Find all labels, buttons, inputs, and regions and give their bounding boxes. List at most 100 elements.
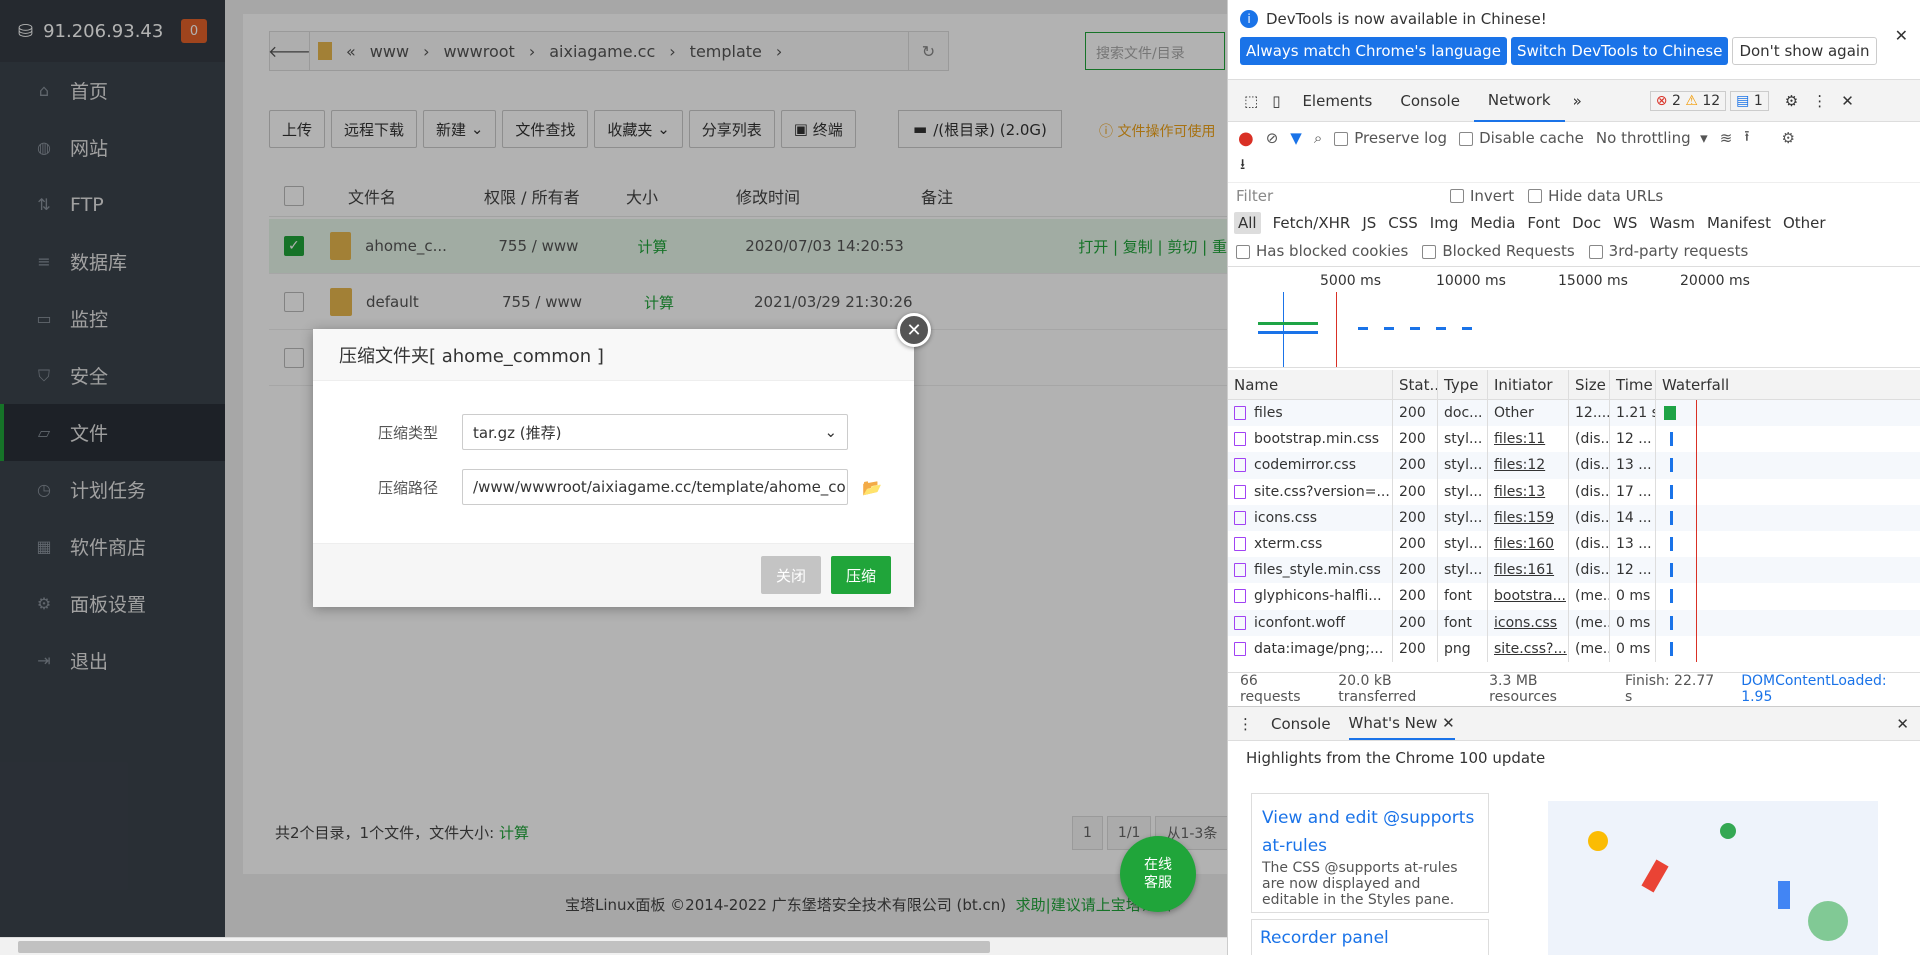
type-filter[interactable]: All [1234, 212, 1261, 234]
request-row[interactable]: codemirror.css 200 styl... files:12 (dis... 1… [1228, 452, 1920, 479]
record-icon[interactable]: ● [1238, 128, 1254, 149]
compress-button[interactable]: 压缩 [831, 556, 891, 594]
request-row[interactable]: iconfont.woff 200 font icons.css (me... 0 ms [1228, 609, 1920, 636]
request-cell: (dis... [1569, 452, 1610, 479]
throttling-select[interactable]: No throttling ▾ [1596, 129, 1708, 147]
type-filter[interactable]: Doc [1572, 214, 1601, 232]
disable-cache-checkbox[interactable]: Disable cache [1459, 129, 1584, 147]
filter-icon[interactable]: ▼ [1290, 129, 1302, 147]
network-col[interactable]: Initiator [1488, 370, 1569, 399]
device-icon[interactable]: ▯ [1264, 92, 1288, 110]
request-row[interactable]: site.css?version=... 200 styl... files:13 (d… [1228, 478, 1920, 505]
close-icon[interactable]: ✕ [1895, 26, 1908, 45]
upload-icon[interactable]: ⭱ [1744, 126, 1749, 151]
type-filter[interactable]: CSS [1388, 214, 1418, 232]
cell-text: files:161 [1494, 562, 1555, 579]
match-language-button[interactable]: Always match Chrome's language [1240, 37, 1507, 65]
invert-checkbox[interactable]: Invert [1450, 187, 1514, 205]
request-row[interactable]: files 200 doc... Other 12.... 1.21 s [1228, 400, 1920, 427]
folder-open-icon[interactable]: 📂 [862, 478, 882, 497]
type-filter[interactable]: Media [1470, 214, 1515, 232]
type-filter[interactable]: WS [1613, 214, 1637, 232]
dont-show-button[interactable]: Don't show again [1732, 37, 1877, 65]
gear-icon[interactable]: ⚙ [1782, 129, 1795, 147]
close-button[interactable]: 关闭 [761, 556, 821, 594]
cell-text: 12 ... [1616, 431, 1652, 448]
kebab-icon[interactable]: ⋮ [1812, 92, 1827, 110]
request-row[interactable]: bootstrap.min.css 200 styl... files:11 (dis.… [1228, 426, 1920, 453]
close-icon[interactable]: ✕ [1841, 92, 1854, 110]
hide-data-checkbox[interactable]: Hide data URLs [1528, 187, 1663, 205]
blocked-cookies-label: Has blocked cookies [1256, 242, 1409, 260]
horizontal-scrollbar[interactable] [0, 937, 1227, 955]
more-tabs-icon[interactable]: » [1565, 92, 1590, 110]
feature-card[interactable]: View and edit @supports at-rules The CSS… [1251, 793, 1489, 913]
gear-icon[interactable]: ⚙ [1785, 92, 1798, 110]
type-filter[interactable]: Font [1527, 214, 1560, 232]
tab-network[interactable]: Network [1473, 80, 1565, 122]
request-row[interactable]: glyphicons-halfli... 200 font bootstra... (m… [1228, 583, 1920, 610]
waterfall-bar [1670, 589, 1673, 604]
wifi-icon[interactable]: ≋ [1720, 129, 1733, 147]
network-col[interactable]: Stat.. [1393, 370, 1438, 399]
network-overview[interactable]: 5000 ms 10000 ms 15000 ms 20000 ms [1228, 266, 1920, 368]
feature-card[interactable]: Recorder panel [1251, 919, 1489, 955]
blocked-requests-checkbox[interactable]: Blocked Requests [1422, 242, 1575, 260]
online-support-button[interactable]: 在线 客服 [1120, 836, 1196, 912]
type-filter[interactable]: Other [1783, 214, 1826, 232]
request-cell: xterm.css [1228, 530, 1393, 558]
filter-input[interactable]: Filter [1236, 187, 1436, 205]
request-cell: site.css?... [1488, 635, 1569, 662]
request-row[interactable]: data:image/png;... 200 png site.css?... (me.… [1228, 635, 1920, 662]
error-count: 2 [1671, 92, 1681, 109]
cell-text: 17 ... [1616, 483, 1652, 500]
network-col[interactable]: Time [1610, 370, 1656, 399]
invert-label: Invert [1470, 186, 1515, 205]
type-filter[interactable]: Img [1430, 214, 1459, 232]
messages-counter[interactable]: ▤ 1 [1730, 90, 1769, 111]
close-icon[interactable]: ✕ [1896, 715, 1909, 733]
type-filter[interactable]: Fetch/XHR [1273, 214, 1351, 232]
load-line [1336, 292, 1337, 367]
waterfall-cell [1656, 530, 1920, 558]
issues-counter[interactable]: ⊗ 2 ⚠ 12 [1649, 90, 1727, 111]
cell-text: (me... [1575, 640, 1609, 657]
third-party-checkbox[interactable]: 3rd-party requests [1588, 242, 1748, 260]
tab-elements[interactable]: Elements [1288, 80, 1386, 122]
clear-icon[interactable]: ⊘ [1266, 129, 1279, 147]
download-icon[interactable]: ⭳ [1228, 154, 1920, 182]
switch-chinese-button[interactable]: Switch DevTools to Chinese [1510, 37, 1729, 65]
compress-type-select[interactable]: tar.gz (推荐) ⌄ [462, 414, 849, 450]
tab-console[interactable]: Console [1386, 80, 1474, 122]
drawer-menu-icon[interactable]: ⋮ [1238, 715, 1253, 733]
network-col[interactable]: Name [1228, 370, 1393, 399]
inspect-icon[interactable]: ⬚ [1238, 92, 1264, 110]
type-filter[interactable]: JS [1362, 214, 1376, 232]
load-line [1696, 452, 1697, 479]
drawer-tab-console[interactable]: Console [1271, 715, 1331, 733]
search-icon[interactable]: ⌕ [1314, 129, 1322, 147]
scroll-thumb[interactable] [18, 941, 990, 953]
network-col[interactable]: Waterfall [1656, 370, 1920, 399]
network-col[interactable]: Size [1569, 370, 1610, 399]
cell-text: files:11 [1494, 431, 1546, 448]
request-cell: 200 [1393, 426, 1438, 453]
request-row[interactable]: files_style.min.css 200 styl... files:161 (d… [1228, 557, 1920, 584]
request-row[interactable]: icons.css 200 styl... files:159 (dis... 14 ..… [1228, 504, 1920, 531]
type-filter[interactable]: Manifest [1707, 214, 1771, 232]
cell-text: (me... [1575, 614, 1609, 631]
preserve-log-checkbox[interactable]: Preserve log [1334, 129, 1447, 147]
close-icon[interactable]: ✕ [897, 313, 931, 347]
file-icon [1234, 432, 1246, 447]
card-title[interactable]: View and edit @supports at-rules [1262, 804, 1478, 860]
card2-title[interactable]: Recorder panel [1260, 928, 1480, 948]
tick-20000: 20000 ms [1680, 273, 1750, 289]
blocked-cookies-checkbox[interactable]: Has blocked cookies [1236, 242, 1408, 260]
request-row[interactable]: xterm.css 200 styl... files:160 (dis... 13 ..… [1228, 530, 1920, 558]
network-col[interactable]: Type [1438, 370, 1488, 399]
drawer-tab-whats-new[interactable]: What's New ✕ [1348, 708, 1455, 740]
compress-path-input[interactable]: /www/wwwroot/aixiagame.cc/template/ahome… [462, 469, 849, 505]
load-line [1696, 557, 1697, 584]
type-filter[interactable]: Wasm [1649, 214, 1695, 232]
close-icon[interactable]: ✕ [1442, 714, 1455, 732]
